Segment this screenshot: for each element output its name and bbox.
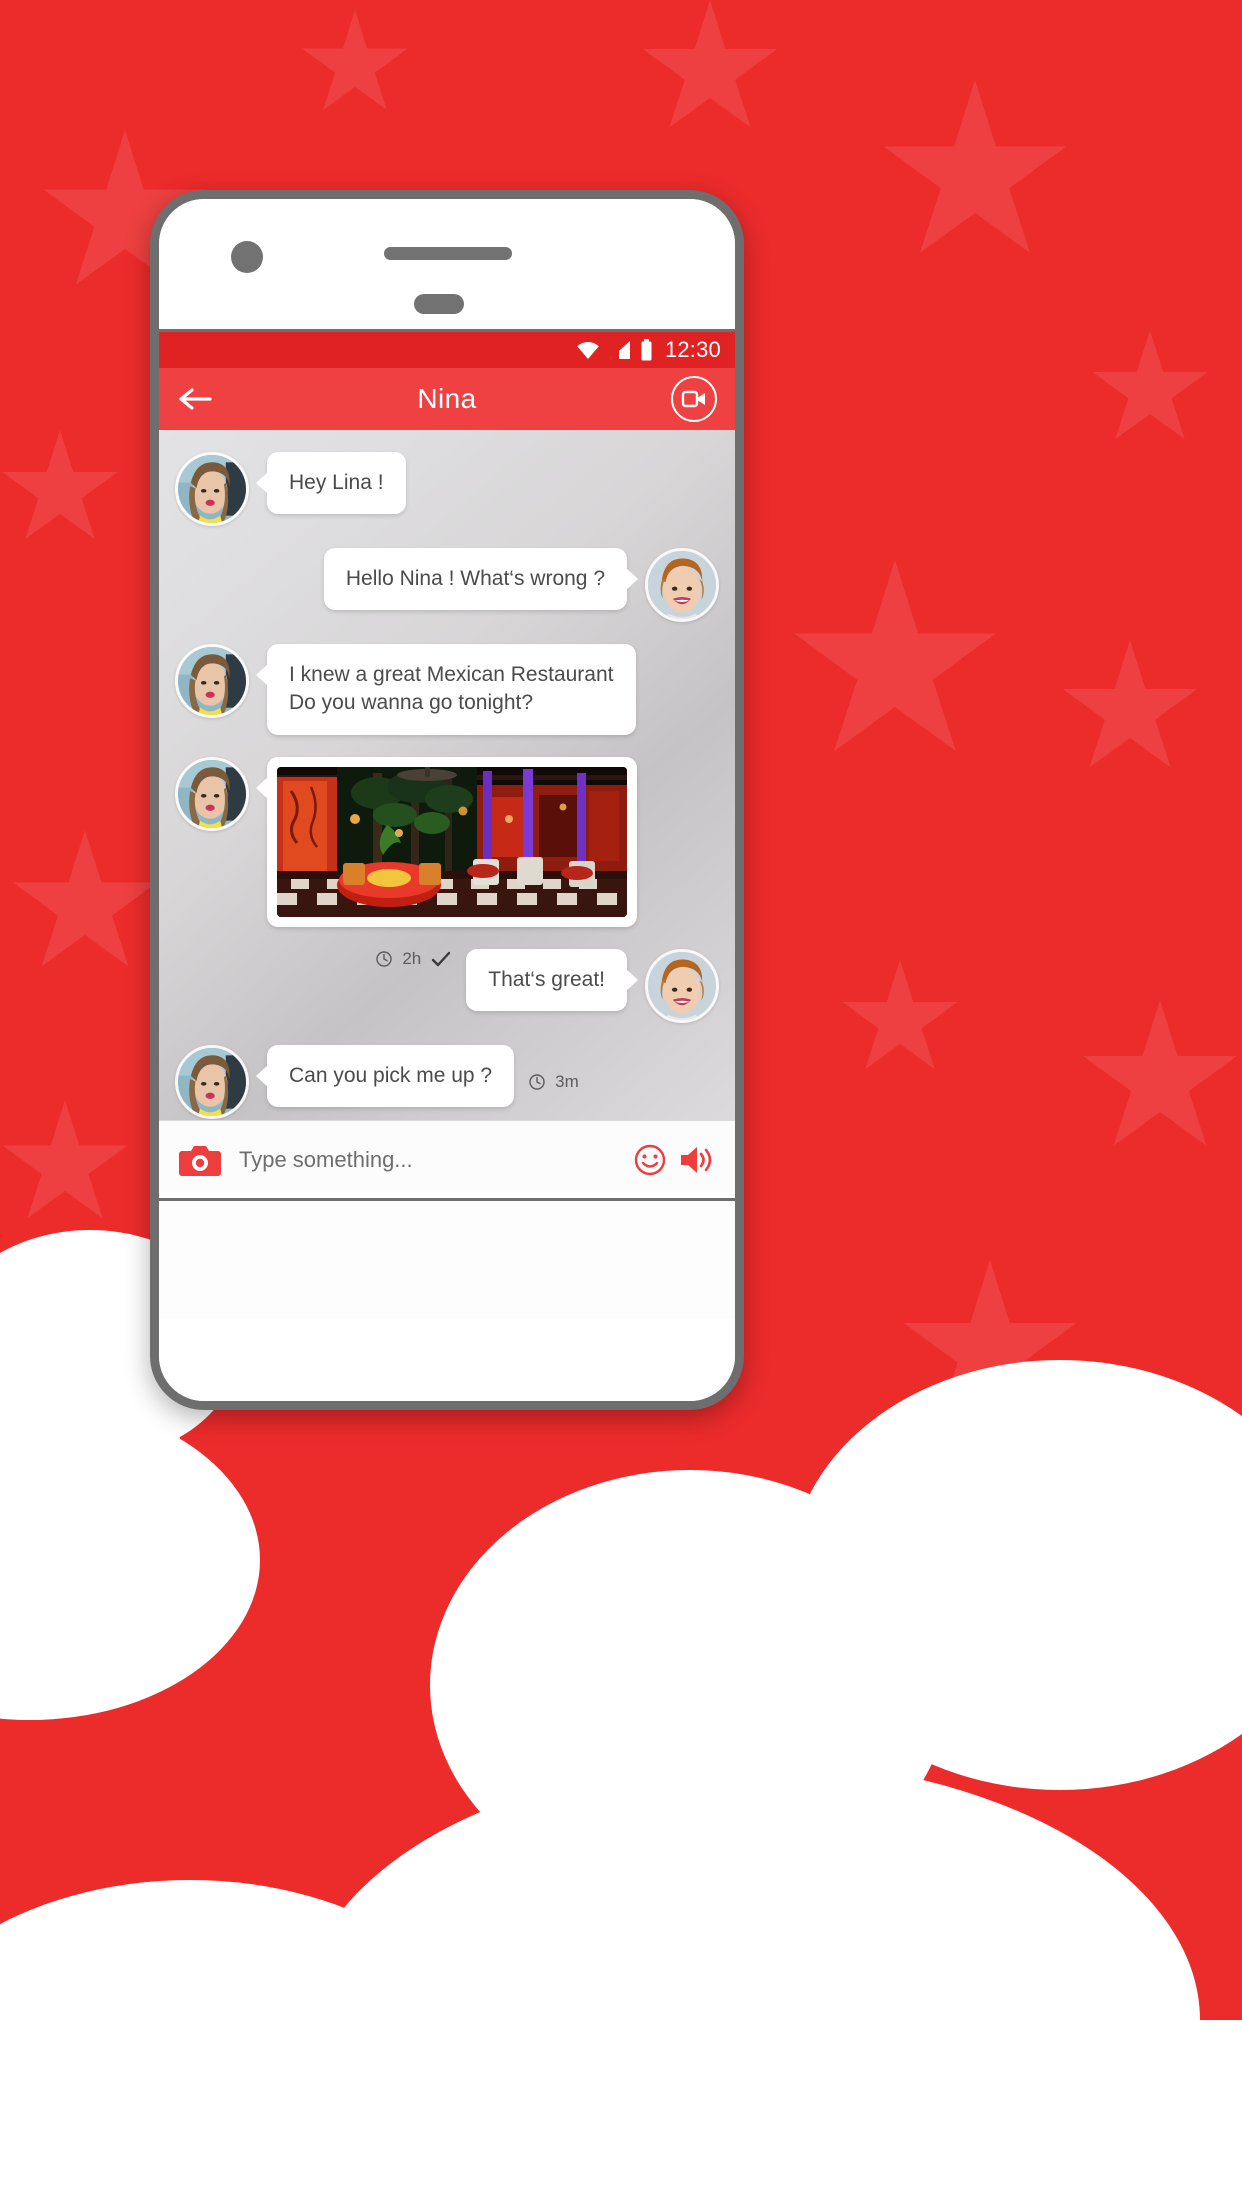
message-bubble[interactable]: I knew a great Mexican Restaurant Do you…: [256, 644, 636, 735]
decorative-star: [13, 830, 157, 967]
decorative-star: [2, 1100, 128, 1219]
message-row: [175, 756, 719, 927]
decorative-star: [1083, 1000, 1237, 1146]
message-row: 2h That‘s great!: [175, 948, 719, 1023]
camera-icon[interactable]: [179, 1142, 221, 1178]
decorative-cloud: [0, 1400, 260, 1720]
earpiece-speaker: [384, 247, 512, 260]
check-icon: [432, 951, 451, 966]
decorative-star: [1062, 640, 1198, 768]
message-bubble[interactable]: That‘s great!: [466, 948, 638, 1012]
decorative-star: [883, 80, 1067, 253]
search-input[interactable]: [239, 1146, 633, 1173]
phone-bottom-bezel: [159, 1319, 735, 1401]
message-list[interactable]: Hey Lina ! Hello Nina ! What‘s wrong ? I…: [159, 430, 735, 1160]
restaurant-image: [277, 766, 627, 917]
video-call-icon: [681, 390, 705, 408]
message-time: 3m: [555, 1071, 579, 1091]
avatar-image: [178, 455, 246, 523]
message-row: Hey Lina !: [175, 452, 719, 526]
avatar-image: [178, 647, 246, 715]
decorative-star: [794, 560, 996, 752]
message-meta: 3m: [528, 1072, 579, 1092]
emoji-smiley-icon[interactable]: [633, 1143, 667, 1177]
decorative-star: [302, 10, 408, 111]
page-title: Nina: [417, 383, 477, 414]
decorative-star: [642, 0, 778, 128]
video-call-button[interactable]: [671, 376, 717, 422]
phone-top-bezel: [159, 199, 735, 329]
message-row: I knew a great Mexican Restaurant Do you…: [175, 644, 719, 735]
nina-avatar[interactable]: [175, 452, 249, 526]
clock-icon: [529, 1073, 545, 1090]
decorative-cloud: [0, 2020, 1242, 2208]
nina-avatar[interactable]: [175, 644, 249, 718]
message-time: 2h: [402, 948, 422, 968]
status-bar-time: 12:30: [664, 337, 721, 362]
message-row: Hello Nina ! What‘s wrong ?: [175, 548, 719, 622]
message-meta: 2h: [375, 949, 452, 969]
decorative-star: [1092, 330, 1208, 440]
nina-avatar[interactable]: [175, 1044, 249, 1119]
proximity-sensor: [414, 294, 464, 314]
battery-icon: [641, 339, 652, 361]
wifi-icon: [577, 342, 599, 359]
nina-avatar[interactable]: [175, 756, 249, 831]
phone-mockup: 12:30 Nina Hey Lina ! Hello Nina ! What‘…: [150, 190, 744, 1410]
app-bar: Nina: [159, 368, 735, 430]
avatar-image: [178, 759, 246, 828]
decorative-star: [842, 960, 958, 1070]
input-action-group: [633, 1143, 715, 1177]
decorative-star: [2, 430, 118, 540]
image-message-bubble[interactable]: [256, 756, 637, 927]
message-input-bar: [159, 1120, 735, 1198]
front-camera-icon: [231, 241, 263, 273]
message-bubble[interactable]: Can you pick me up ?: [255, 1044, 515, 1108]
clock-icon: [376, 950, 393, 967]
avatar-image: [648, 951, 716, 1020]
message-bubble[interactable]: Hey Lina !: [256, 452, 406, 515]
signal-icon: [609, 341, 630, 359]
speaker-volume-icon[interactable]: [677, 1143, 715, 1177]
lina-avatar[interactable]: [645, 548, 719, 622]
mexican-restaurant-photo[interactable]: [277, 766, 627, 917]
lina-avatar[interactable]: [645, 948, 719, 1023]
back-arrow-icon[interactable]: [177, 384, 215, 414]
avatar-image: [648, 551, 716, 619]
message-bubble[interactable]: Hello Nina ! What‘s wrong ?: [323, 548, 639, 611]
message-row: Can you pick me up ? 3m: [175, 1044, 719, 1119]
phone-screen: 12:30 Nina Hey Lina ! Hello Nina ! What‘…: [159, 329, 735, 1201]
avatar-image: [178, 1047, 246, 1116]
status-bar: 12:30: [159, 332, 735, 368]
